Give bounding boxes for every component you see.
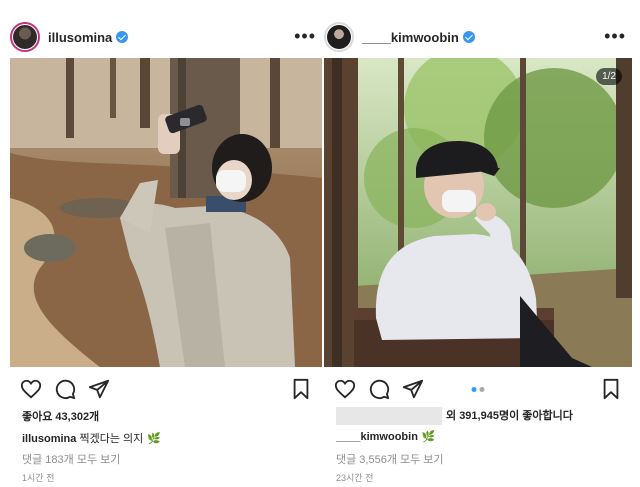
action-bar (334, 378, 622, 402)
likes-number: 391,945명이 (459, 410, 520, 422)
carousel-counter: 1/2 (596, 68, 622, 85)
bookmark-icon[interactable] (290, 378, 312, 400)
more-options-icon[interactable]: ••• (294, 26, 316, 46)
likes-count[interactable]: 외 391,945명이 좋아합니다 (336, 407, 624, 426)
view-comments-link[interactable]: 댓글 183개 모두 보기 (22, 451, 314, 467)
username[interactable]: ____kimwoobin (362, 30, 459, 45)
share-icon[interactable] (402, 378, 424, 400)
avatar[interactable] (324, 22, 354, 52)
leaf-emoji: 🌿 (147, 433, 161, 445)
heart-icon[interactable] (20, 378, 42, 400)
photo-man-bench (324, 58, 632, 367)
heart-icon[interactable] (334, 378, 356, 400)
carousel-indicator (471, 387, 485, 392)
more-options-icon[interactable]: ••• (604, 26, 626, 46)
verified-badge-icon (116, 31, 129, 43)
post-photo[interactable] (10, 58, 322, 367)
verified-badge-icon (462, 31, 475, 43)
post-timestamp: 1시간 전 (22, 473, 55, 483)
caption-username[interactable]: ____kimwoobin (336, 431, 418, 443)
caption: ____kimwoobin 🌿 (336, 430, 624, 443)
photo-woman-forest (10, 58, 322, 367)
post-timestamp: 23시간 전 (336, 473, 374, 483)
view-comments-link[interactable]: 댓글 3,556개 모두 보기 (336, 451, 624, 467)
caption-text: 찍겠다는 의지 (79, 433, 144, 445)
post-right: ____kimwoobin ••• 1/2 외 391,945명이 좋아합니다 … (324, 10, 632, 487)
avatar[interactable] (10, 22, 40, 52)
likes-count[interactable]: 좋아요 43,302개 (22, 408, 314, 424)
carousel-dot-active (471, 387, 477, 392)
action-bar (20, 378, 312, 402)
blurred-username (336, 407, 442, 426)
likes-prefix: 외 (446, 410, 460, 422)
post-header: ____kimwoobin ••• (324, 20, 632, 54)
leaf-emoji: 🌿 (421, 431, 436, 443)
caption: illusomina 찍겠다는 의지 🌿 (22, 430, 314, 446)
comment-icon[interactable] (54, 378, 76, 400)
post-left: illusomina ••• 좋아요 43,302개 illusomina 찍겠… (10, 10, 322, 487)
username[interactable]: illusomina (48, 30, 112, 45)
carousel-dot (479, 387, 485, 392)
likes-suffix: 좋아합니다 (519, 410, 573, 422)
post-photo[interactable]: 1/2 (324, 58, 632, 367)
post-header: illusomina ••• (10, 20, 322, 54)
bookmark-icon[interactable] (600, 378, 622, 400)
caption-username[interactable]: illusomina (22, 433, 76, 445)
share-icon[interactable] (88, 378, 110, 400)
comment-icon[interactable] (368, 378, 390, 400)
